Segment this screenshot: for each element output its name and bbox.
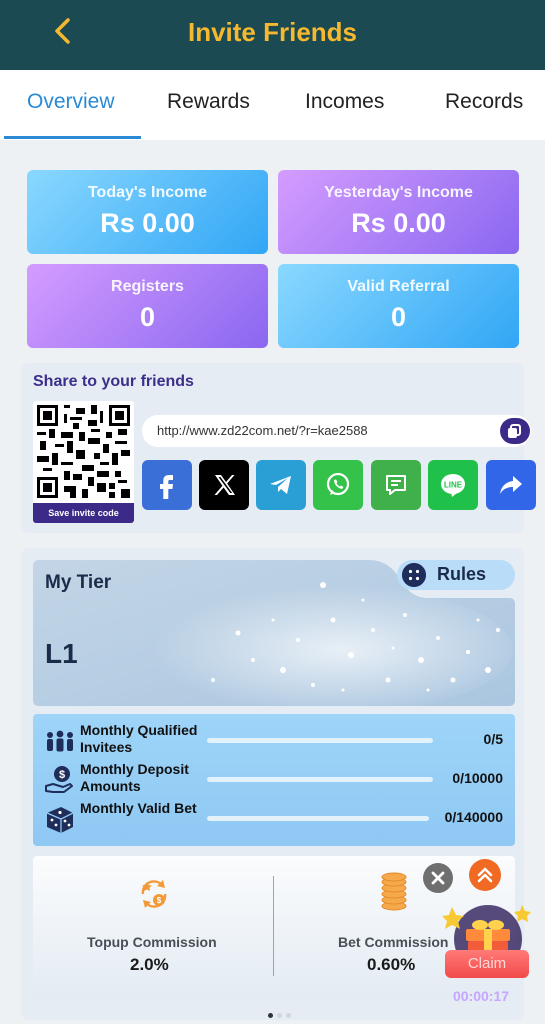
top-bar: Invite Friends: [0, 0, 545, 70]
claim-button[interactable]: Claim: [445, 950, 529, 978]
bet-commission-value: 0.60%: [367, 955, 416, 974]
line-share-button[interactable]: LINE: [428, 460, 478, 510]
today-income-card: Today's Income Rs 0.00: [27, 170, 268, 254]
whatsapp-share-button[interactable]: [313, 460, 363, 510]
topup-commission-label: Topup Commission: [87, 934, 217, 950]
x-icon: [214, 475, 235, 495]
svg-text:$: $: [59, 769, 65, 781]
share-arrow-icon: [500, 476, 522, 494]
dice-icon: [46, 807, 74, 833]
qr-code-icon: [37, 405, 130, 498]
deposit-label: Monthly Deposit Amounts: [80, 761, 189, 794]
facebook-share-button[interactable]: [142, 460, 192, 510]
invite-link-field[interactable]: http://www.zd22com.net/?r=kae2588: [142, 415, 531, 447]
deposit-value: 0/10000: [452, 770, 503, 786]
topup-commission-value: 2.0%: [130, 955, 169, 974]
qr-code[interactable]: Save invite code: [33, 401, 134, 523]
valid-referral-label: Valid Referral: [347, 278, 450, 295]
bet-value: 0/140000: [444, 809, 503, 825]
coins-icon: [381, 872, 407, 911]
claim-timer: 00:00:17: [453, 988, 510, 1004]
carousel-dot[interactable]: [277, 1013, 282, 1018]
registers-card: Registers 0: [27, 264, 268, 348]
bet-commission-label: Bet Commission: [338, 934, 449, 950]
copy-icon: [508, 424, 521, 438]
save-invite-code-button[interactable]: Save invite code: [33, 503, 134, 523]
invitees-label: Monthly Qualified Invitees: [80, 722, 198, 755]
tab-overview[interactable]: Overview: [27, 90, 115, 114]
yesterday-income-label: Yesterday's Income: [324, 184, 473, 201]
active-tab-indicator: [4, 136, 141, 139]
tab-records[interactable]: Records: [445, 90, 523, 114]
tier-level: L1: [45, 638, 78, 669]
progress-row-bet: Monthly Valid Bet 0/140000: [33, 800, 515, 838]
bet-label: Monthly Valid Bet: [80, 800, 197, 816]
facebook-icon: [160, 475, 173, 499]
sms-share-button[interactable]: [371, 460, 421, 510]
deposit-progress-bar: [207, 777, 433, 782]
line-icon: LINE: [441, 474, 465, 497]
whatsapp-icon: [326, 472, 350, 496]
more-share-button[interactable]: [486, 460, 536, 510]
bet-progress-bar: [207, 816, 429, 821]
today-income-label: Today's Income: [87, 184, 208, 201]
page-title: Invite Friends: [187, 17, 358, 47]
dots-icon: [402, 563, 426, 587]
tier-progress-panel: Monthly Qualified Invitees 0/5 $ Monthly…: [33, 714, 515, 846]
tab-rewards[interactable]: Rewards: [167, 90, 250, 114]
copy-link-button[interactable]: [500, 418, 530, 444]
rules-label: Rules: [437, 564, 487, 584]
carousel-indicator: [268, 1005, 295, 1023]
x-share-button[interactable]: [199, 460, 249, 510]
yesterday-income-value: Rs 0.00: [351, 208, 446, 238]
valid-referral-value: 0: [390, 302, 407, 332]
svg-text:$: $: [157, 896, 162, 905]
topup-icon: $: [141, 880, 167, 908]
progress-row-invitees: Monthly Qualified Invitees 0/5: [33, 722, 515, 760]
share-title: Share to your friends: [33, 373, 194, 390]
double-chevron-up-icon: [477, 867, 493, 883]
group-icon: [47, 730, 73, 752]
rules-button[interactable]: Rules: [397, 560, 515, 590]
today-income-value: Rs 0.00: [100, 208, 195, 238]
invitees-progress-bar: [207, 738, 433, 743]
invitees-value: 0/5: [483, 731, 503, 747]
svg-text:LINE: LINE: [444, 481, 463, 490]
telegram-share-button[interactable]: [256, 460, 306, 510]
valid-referral-card: Valid Referral 0: [278, 264, 519, 348]
message-icon: [386, 475, 406, 495]
tab-incomes[interactable]: Incomes: [305, 90, 384, 114]
close-promo-button[interactable]: [423, 863, 453, 893]
carousel-dot-active[interactable]: [268, 1013, 273, 1018]
share-card: Share to your friends Save invite code h…: [21, 363, 536, 533]
tier-title: My Tier: [45, 572, 112, 593]
registers-label: Registers: [111, 278, 184, 295]
scroll-top-button[interactable]: [469, 859, 501, 891]
yesterday-income-card: Yesterday's Income Rs 0.00: [278, 170, 519, 254]
tab-bar: Overview Rewards Incomes Records: [0, 70, 545, 140]
money-hand-icon: $: [45, 766, 73, 793]
progress-row-deposit: $ Monthly Deposit Amounts 0/10000: [33, 761, 515, 799]
registers-value: 0: [139, 302, 156, 332]
commission-divider: [273, 876, 274, 976]
carousel-dot[interactable]: [286, 1013, 291, 1018]
telegram-icon: [270, 476, 291, 494]
close-icon: [431, 871, 445, 885]
